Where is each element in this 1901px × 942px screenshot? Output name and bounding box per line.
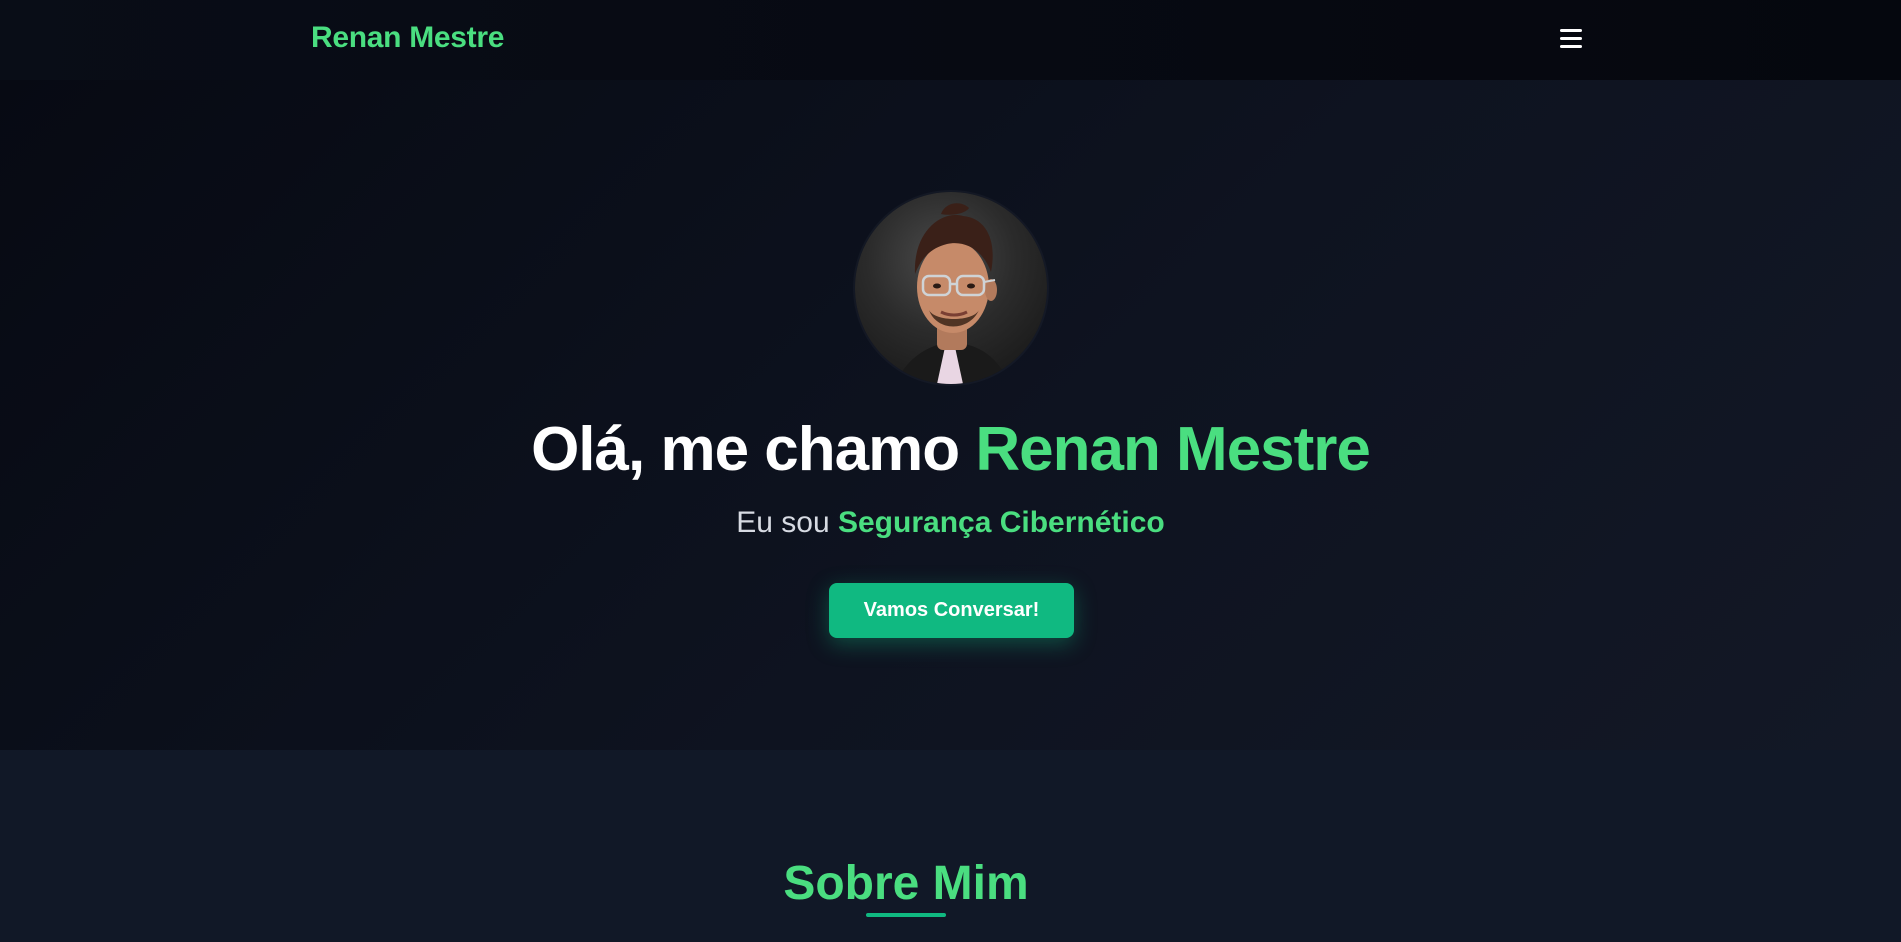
avatar xyxy=(855,192,1047,384)
hero-subline: Eu sou Segurança Cibernético xyxy=(0,506,1901,540)
menu-bar-middle xyxy=(1560,37,1582,40)
subline-prefix: Eu sou xyxy=(736,506,838,539)
menu-bar-top xyxy=(1560,29,1582,32)
hero-headline: Olá, me chamo Renan Mestre xyxy=(0,414,1901,485)
navbar: Renan Mestre xyxy=(0,0,1901,80)
about-title: Sobre Mim xyxy=(783,857,1029,910)
headline-name: Renan Mestre xyxy=(975,415,1371,484)
about-title-underline xyxy=(866,913,946,917)
brand-logo[interactable]: Renan Mestre xyxy=(311,21,504,55)
avatar-portrait-icon xyxy=(895,203,1010,384)
headline-prefix: Olá, me chamo xyxy=(531,415,976,484)
hero-section: Olá, me chamo Renan Mestre Eu sou Segura… xyxy=(0,80,1901,750)
contact-button[interactable]: Vamos Conversar! xyxy=(829,583,1074,638)
about-section: Sobre Mim xyxy=(0,750,1901,942)
menu-bar-bottom xyxy=(1560,45,1582,48)
subline-role: Segurança Cibernético xyxy=(837,506,1165,539)
hamburger-menu-icon[interactable] xyxy=(1560,29,1584,51)
